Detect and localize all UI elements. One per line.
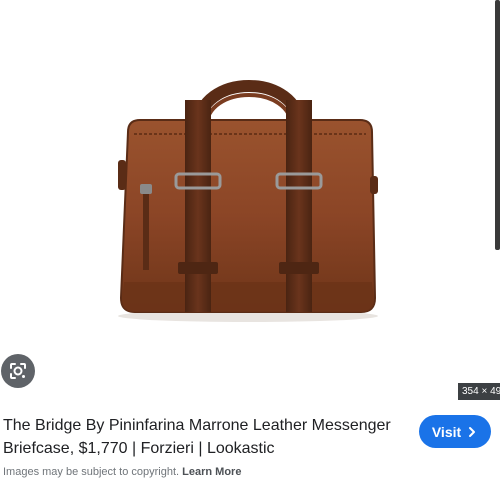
result-title-link[interactable]: The Bridge By Pininfarina Marrone Leathe… — [3, 414, 398, 460]
visit-label: Visit — [431, 423, 462, 440]
copyright-notice: Images may be subject to copyright. Lear… — [3, 466, 241, 478]
product-image[interactable] — [0, 0, 500, 400]
visit-button[interactable]: Visit — [419, 415, 491, 448]
image-dimensions-badge: 354 × 490 — [458, 383, 500, 400]
learn-more-link[interactable]: Learn More — [182, 466, 241, 478]
briefcase-image — [118, 80, 378, 322]
google-lens-button[interactable] — [1, 354, 35, 388]
copyright-text: Images may be subject to copyright. — [3, 466, 180, 478]
google-lens-icon — [10, 363, 26, 379]
chevron-right-icon — [469, 426, 476, 437]
scrollbar[interactable] — [495, 0, 500, 250]
